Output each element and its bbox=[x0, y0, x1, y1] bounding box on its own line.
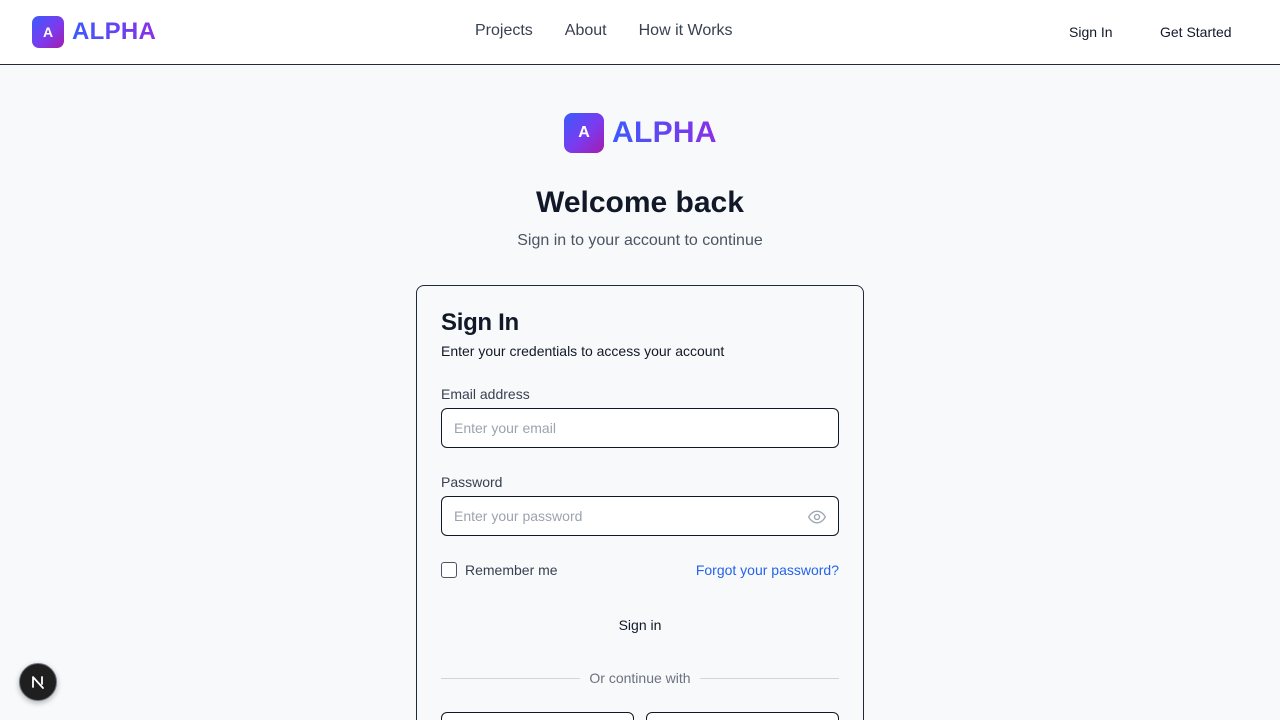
social-login-button-1[interactable] bbox=[441, 712, 634, 720]
divider-text: Or continue with bbox=[580, 670, 700, 686]
brand-name: ALPHA bbox=[72, 18, 157, 45]
nav-link-projects[interactable]: Projects bbox=[475, 22, 533, 40]
card-title: Sign In bbox=[441, 309, 519, 336]
hero-brand-name: ALPHA bbox=[612, 116, 717, 149]
nextjs-icon[interactable] bbox=[19, 663, 57, 701]
forgot-password-link[interactable]: Forgot your password? bbox=[696, 562, 839, 578]
divider: Or continue with bbox=[417, 670, 863, 688]
eye-icon[interactable] bbox=[807, 507, 827, 527]
hero-logo-icon: A bbox=[564, 113, 604, 153]
remember-me-label: Remember me bbox=[465, 562, 558, 578]
page-title: Welcome back bbox=[536, 186, 744, 219]
sign-in-card: Sign In Enter your credentials to access… bbox=[416, 285, 864, 720]
password-field[interactable] bbox=[441, 496, 839, 536]
main-nav: Projects About How it Works bbox=[475, 22, 733, 40]
social-login-button-2[interactable] bbox=[646, 712, 839, 720]
get-started-button[interactable]: Get Started bbox=[1160, 24, 1232, 40]
card-description: Enter your credentials to access your ac… bbox=[441, 343, 725, 359]
brand-logo[interactable]: A ALPHA bbox=[32, 16, 156, 48]
hero-logo: A ALPHA bbox=[564, 113, 717, 153]
header-sign-in-button[interactable]: Sign In bbox=[1069, 24, 1113, 40]
logo-icon: A bbox=[32, 16, 64, 48]
page-subtitle: Sign in to your account to continue bbox=[517, 232, 763, 249]
nav-link-about[interactable]: About bbox=[565, 22, 607, 40]
top-navbar: A ALPHA Projects About How it Works Sign… bbox=[0, 0, 1280, 65]
sign-in-submit-button[interactable]: Sign in bbox=[441, 606, 839, 644]
remember-me-checkbox[interactable] bbox=[441, 562, 457, 578]
nav-link-how-it-works[interactable]: How it Works bbox=[639, 22, 733, 40]
email-label: Email address bbox=[441, 386, 530, 402]
remember-me-option[interactable]: Remember me bbox=[441, 562, 558, 578]
email-field[interactable] bbox=[441, 408, 839, 448]
password-label: Password bbox=[441, 474, 503, 490]
